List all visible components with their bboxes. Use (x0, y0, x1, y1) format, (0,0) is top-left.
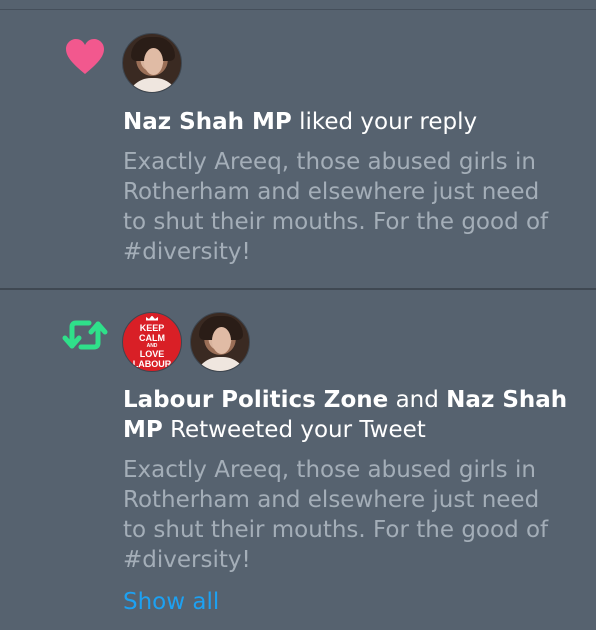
avatar-naz-shah[interactable] (190, 312, 250, 372)
keep-calm-text: LOVE (139, 348, 165, 359)
keep-calm-text: KEEP (139, 322, 165, 333)
tweet-line: #diversity! (123, 239, 251, 265)
tweet-line: Exactly Areeq, those abused girls in (123, 457, 536, 483)
action-text: Retweeted your Tweet (170, 417, 426, 443)
avatar-labour-politics-zone[interactable]: KEEP CALM AND LOVE LABOUR (122, 312, 182, 372)
show-all-link[interactable]: Show all (123, 587, 219, 617)
notification-title: Naz Shah MP liked your reply (123, 107, 477, 137)
actor-name[interactable]: Naz Shah (446, 387, 567, 413)
heart-icon (58, 30, 112, 84)
actor-name[interactable]: Naz Shah MP (123, 109, 292, 135)
keep-calm-text: CALM (139, 332, 165, 343)
tweet-line: Exactly Areeq, those abused girls in (123, 149, 536, 175)
avatar-naz-shah[interactable] (122, 33, 182, 93)
actor-name[interactable]: MP (123, 417, 163, 443)
tweet-line: to shut their mouths. For the good of (123, 209, 549, 235)
tweet-line: to shut their mouths. For the good of (123, 517, 549, 543)
connector-text: and (395, 387, 439, 413)
notification-divider (0, 288, 596, 290)
tweet-line: Rotherham and elsewhere just need (123, 487, 540, 513)
top-divider (0, 9, 596, 10)
keep-calm-text: LABOUR (132, 358, 172, 369)
tweet-text[interactable]: Exactly Areeq, those abused girls in Rot… (123, 455, 583, 575)
retweet-icon (58, 308, 112, 362)
notification-title-line2: MP Retweeted your Tweet (123, 415, 426, 445)
actor-name[interactable]: Labour Politics Zone (123, 387, 388, 413)
tweet-text[interactable]: Exactly Areeq, those abused girls in Rot… (123, 147, 583, 267)
tweet-line: #diversity! (123, 547, 251, 573)
action-text: liked your reply (299, 109, 478, 135)
tweet-line: Rotherham and elsewhere just need (123, 179, 540, 205)
notification-title: Labour Politics Zone and Naz Shah (123, 385, 567, 415)
